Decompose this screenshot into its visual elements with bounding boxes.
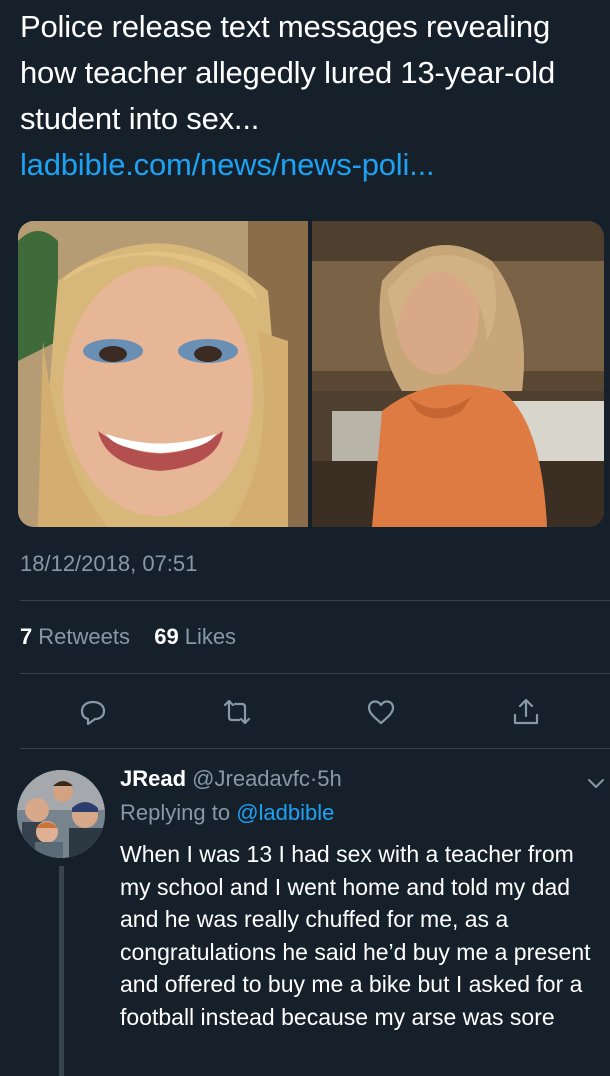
like-button[interactable] (359, 690, 403, 734)
tweet-timestamp: 18/12/2018, 07:51 (20, 551, 198, 576)
divider (20, 748, 610, 749)
share-icon (513, 698, 539, 725)
reply-body: When I was 13 I had sex with a teacher f… (120, 841, 591, 1030)
tweet-stats: 7 Retweets 69 Likes (20, 624, 236, 650)
photo-selfie[interactable] (18, 221, 308, 527)
replying-to: Replying to @ladbible (120, 796, 606, 830)
tweet-media[interactable] (18, 221, 604, 527)
chevron-down-icon[interactable] (585, 772, 607, 794)
likes-count: 69 (154, 624, 179, 649)
reply-header: JRead @Jreadavfc·5h (120, 762, 606, 796)
divider (20, 600, 610, 601)
retweet-button[interactable] (215, 690, 259, 734)
retweets-label: Retweets (38, 624, 130, 649)
tweet-detail-screen: Police release text messages revealing h… (0, 0, 610, 1076)
share-button[interactable] (504, 690, 548, 734)
retweets-stat[interactable]: 7 Retweets (20, 624, 130, 649)
reply-tweet[interactable]: JRead @Jreadavfc·5h Replying to @ladbibl… (120, 762, 606, 1034)
tweet-actions (0, 690, 610, 734)
divider (20, 673, 610, 674)
avatar[interactable] (17, 770, 105, 858)
reply-button[interactable] (71, 690, 115, 734)
replying-to-mention[interactable]: @ladbible (236, 800, 334, 825)
replying-to-label: Replying to (120, 800, 231, 825)
reply-icon (80, 700, 106, 726)
likes-stat[interactable]: 69 Likes (154, 624, 236, 649)
photo-courtroom[interactable] (312, 221, 604, 527)
tweet-body: Police release text messages revealing h… (20, 9, 556, 136)
reply-author-name[interactable]: JRead (120, 766, 186, 791)
tweet-text: Police release text messages revealing h… (20, 4, 605, 188)
reply-time: 5h (317, 766, 342, 791)
heart-icon (367, 700, 395, 725)
retweet-icon (223, 699, 251, 725)
likes-label: Likes (184, 624, 237, 649)
reply-author-handle[interactable]: @Jreadavfc (192, 766, 310, 791)
retweets-count: 7 (20, 624, 33, 649)
tweet-link[interactable]: ladbible.com/news/news-poli... (20, 142, 605, 188)
thread-line (59, 866, 64, 1076)
